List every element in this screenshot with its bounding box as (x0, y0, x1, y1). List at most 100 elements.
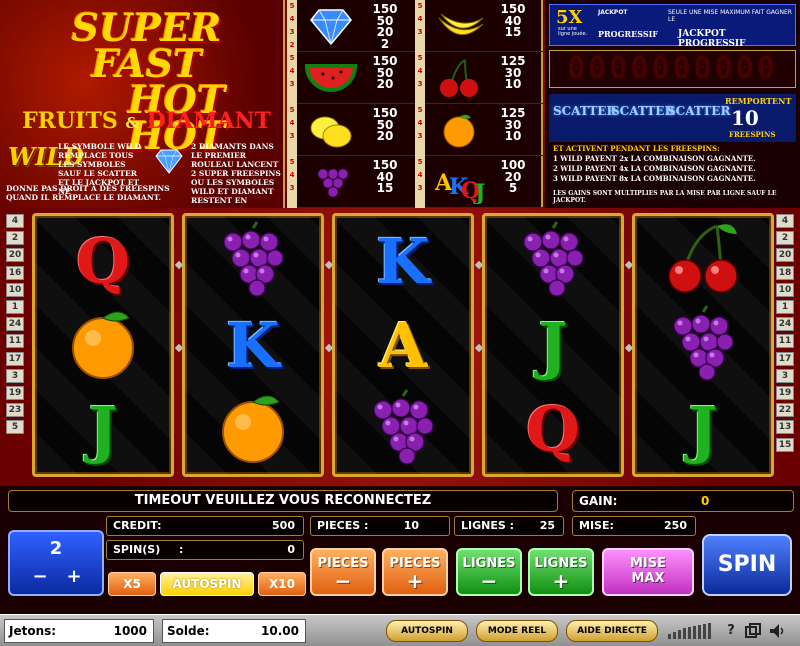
orange-icon (443, 114, 475, 148)
reel-cell (485, 220, 621, 304)
symbol-k: K (226, 309, 280, 382)
payline-number[interactable]: 20 (776, 248, 794, 263)
reel-5: J (632, 213, 774, 477)
logo-subtitle: FRUITS & DIAMANT (22, 108, 271, 134)
sound-icon[interactable] (768, 622, 786, 640)
help-icon[interactable]: ? (722, 622, 740, 640)
grapes-icon (663, 304, 743, 388)
payline-number[interactable]: 16 (6, 265, 24, 280)
reel-cell (185, 388, 321, 472)
bananas-icon (438, 13, 484, 35)
lines-value: 2 (49, 538, 63, 559)
symbol-j: J (88, 393, 118, 466)
reel-cell (635, 304, 771, 388)
payline-number[interactable]: 10 (6, 282, 24, 297)
wild-info: WILD LE SYMBOLE WILD REMPLACE TOUS LES S… (6, 142, 282, 205)
reel-4: JQ (482, 213, 624, 477)
reel-cell: Q (485, 388, 621, 472)
lignes-plus-button[interactable]: LIGNES + (528, 548, 594, 596)
credit-display: CREDIT: 500 (106, 516, 304, 536)
jackpot-header: 5X sur une ligne jouée. JACKPOT PROGRESS… (549, 4, 796, 49)
lines-plus-button[interactable]: + (64, 568, 84, 588)
payline-number[interactable]: 17 (776, 351, 794, 366)
payline-number[interactable]: 2 (6, 231, 24, 246)
reel-1: QJ (32, 213, 174, 477)
reel-cell: K (335, 220, 471, 304)
payline-number[interactable]: 11 (6, 334, 24, 349)
payline-number[interactable]: 5 (6, 420, 24, 435)
reel-cell: K (185, 304, 321, 388)
payline-number[interactable]: 3 (6, 368, 24, 383)
payline-number[interactable]: 3 (776, 368, 794, 383)
payline-number[interactable]: 1 (6, 300, 24, 314)
payline-number[interactable]: 19 (6, 386, 24, 400)
payline-number[interactable]: 13 (776, 420, 794, 435)
jetons-value: 1000 (113, 624, 147, 638)
symbol-a: A (378, 309, 428, 382)
wild-footnote: DONNE PAS DROIT A DES FREESPINS QUAND IL… (6, 184, 170, 202)
payline-number[interactable]: 24 (6, 317, 24, 332)
game-logo: SUPER FAST HOT HOT FRUITS & DIAMANT WILD… (0, 0, 285, 208)
payline-number[interactable]: 4 (6, 214, 24, 228)
jackpot-counter: 0000000000 (549, 50, 796, 88)
mode-reel-button[interactable]: MODE REEL (476, 620, 558, 642)
reel-cell: J (485, 304, 621, 388)
payline-number[interactable]: 20 (6, 248, 24, 263)
payline-number[interactable]: 18 (776, 265, 794, 280)
payline-number[interactable]: 19 (776, 386, 794, 400)
diamond-icon (310, 9, 352, 46)
orange-icon (63, 304, 143, 388)
scatter-badge: SCATTER (667, 104, 731, 118)
pieces-display: PIECES : 10 (310, 516, 450, 536)
payline-number[interactable]: 23 (6, 403, 24, 418)
payline-number[interactable]: 22 (776, 403, 794, 418)
symbol-q: Q (75, 225, 130, 298)
grapes-icon (213, 220, 293, 304)
payline-number[interactable]: 1 (776, 300, 794, 314)
akqj-icon: A K Q J (434, 170, 485, 204)
spins-value: 0 (287, 543, 295, 556)
lignes-value: 25 (539, 519, 555, 532)
footer-autospin-button[interactable]: AUTOSPIN (386, 620, 468, 642)
diamond-icon (155, 149, 183, 174)
pieces-minus-button[interactable]: PIECES − (310, 548, 376, 596)
paytable-cherries: 543 125 30 10 (415, 52, 543, 104)
mise-max-button[interactable]: MISE MAX (602, 548, 694, 596)
lignes-minus-button[interactable]: LIGNES − (456, 548, 522, 596)
payline-number[interactable]: 4 (776, 214, 794, 228)
payline-number[interactable]: 15 (776, 437, 794, 452)
payline-number[interactable]: 24 (776, 317, 794, 332)
freespins-count: 10 (731, 106, 759, 130)
paytable-grapes: 543 150 40 15 (287, 156, 415, 208)
reel-2: K (182, 213, 324, 477)
grapes-icon (513, 220, 593, 304)
scatter-info: SCATTER SCATTER SCATTER REMPORTENT 10 FR… (549, 94, 796, 142)
signal-strength-icon (668, 623, 711, 639)
pieces-plus-button[interactable]: PIECES + (382, 548, 448, 596)
autospin-button[interactable]: AUTOSPIN (160, 572, 254, 596)
payline-number[interactable]: 11 (776, 334, 794, 349)
paytable-akqj: 543 A K Q J 100 20 5 (415, 156, 543, 208)
mise-value: 250 (664, 519, 687, 532)
reel-cell (185, 220, 321, 304)
payline-number[interactable]: 2 (776, 231, 794, 246)
window-icon[interactable] (744, 622, 762, 640)
watermelon-icon (304, 64, 358, 92)
aide-directe-button[interactable]: AIDE DIRECTE (566, 620, 658, 642)
reel-cell: A (335, 304, 471, 388)
solde-field: Solde: 10.00 (162, 619, 306, 643)
spin-button[interactable]: SPIN (702, 534, 792, 596)
payline-number[interactable]: 10 (776, 282, 794, 297)
x5-button[interactable]: X5 (108, 572, 156, 596)
x10-button[interactable]: X10 (258, 572, 306, 596)
paytable-watermelon: 543 150 50 20 (287, 52, 415, 104)
scatter-badge: SCATTER (553, 104, 617, 118)
pieces-value: 10 (403, 519, 419, 532)
bet-lines-selector: 2 − + (8, 530, 104, 596)
reel-cell: Q (35, 220, 171, 304)
lemons-icon (310, 116, 352, 148)
lines-minus-button[interactable]: − (30, 568, 50, 588)
symbol-k: K (376, 225, 430, 298)
mise-display: MISE: 250 (572, 516, 696, 536)
payline-number[interactable]: 17 (6, 351, 24, 366)
